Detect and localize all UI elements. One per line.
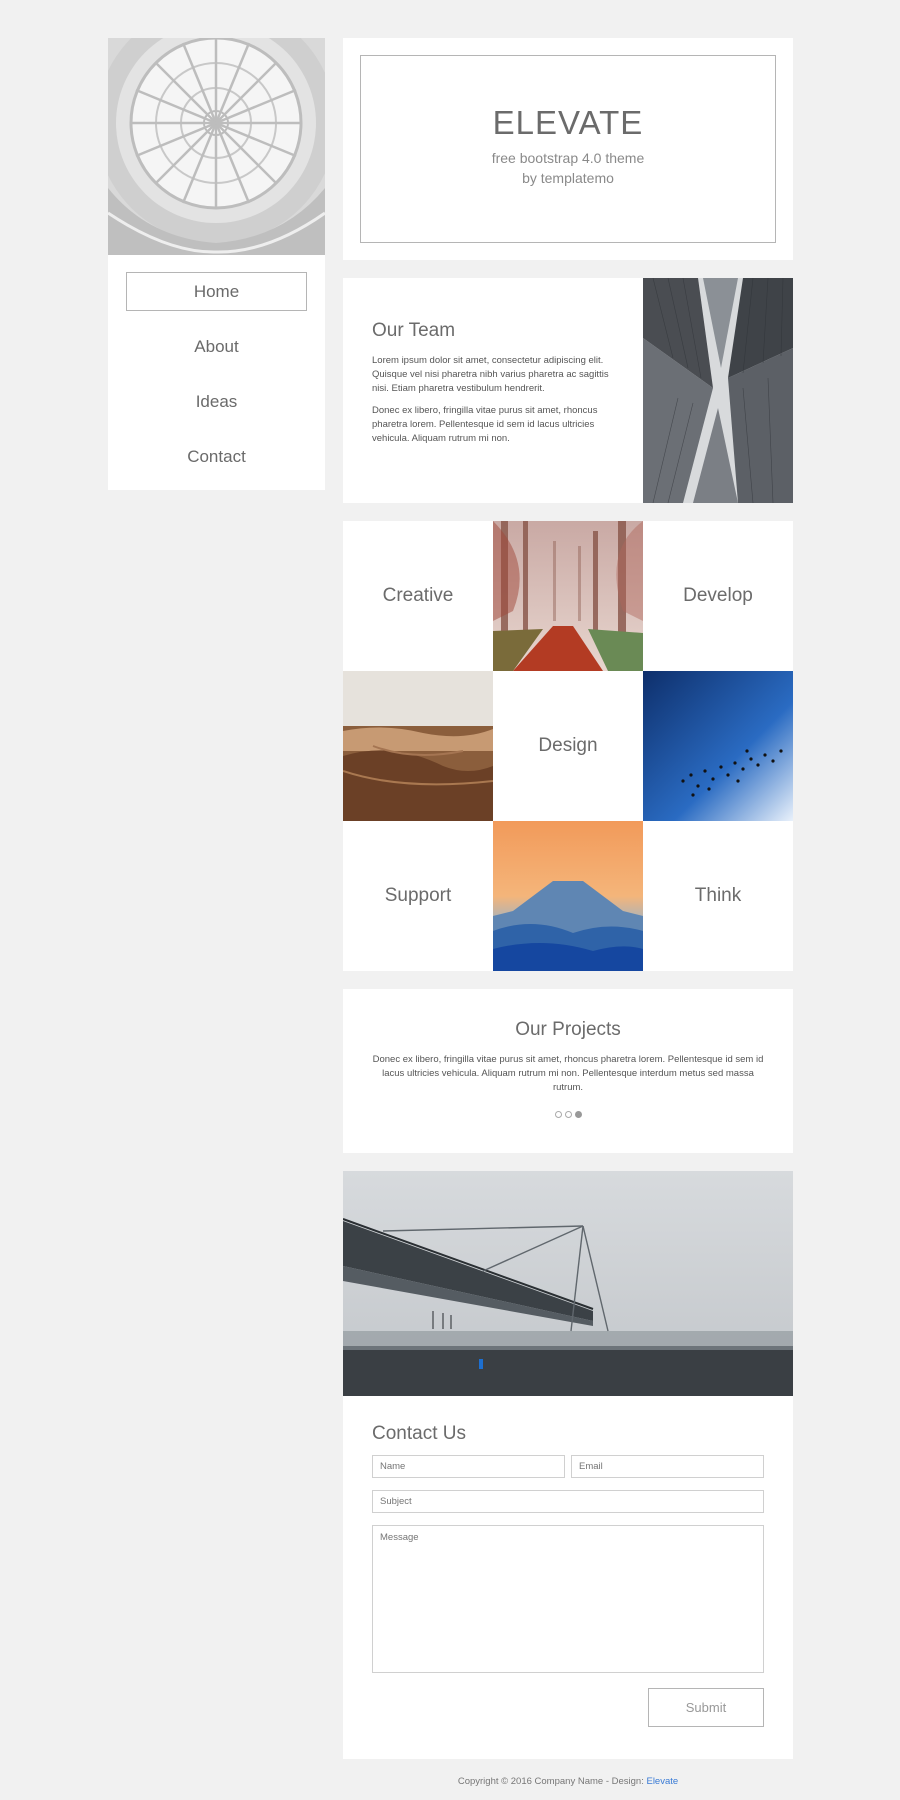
forest-image-tile [493, 521, 643, 671]
email-field[interactable] [571, 1455, 764, 1478]
tile-support: Support [384, 885, 452, 906]
bridge-image [343, 1171, 793, 1396]
team-section: Our Team Lorem ipsum dolor sit amet, con… [343, 278, 793, 503]
tile-develop: Develop [683, 585, 753, 606]
team-paragraph-1: Lorem ipsum dolor sit amet, consectetur … [372, 355, 609, 394]
main-content: ELEVATE free bootstrap 4.0 theme by temp… [343, 38, 793, 1759]
tile-think: Think [694, 885, 742, 906]
site-title: ELEVATE [492, 104, 644, 141]
projects-title: Our Projects [515, 1019, 621, 1040]
message-field[interactable] [372, 1525, 764, 1673]
site-subtitle: free bootstrap 4.0 theme [491, 150, 645, 166]
subject-field[interactable] [372, 1490, 764, 1513]
dome-image [108, 38, 325, 255]
footer-copyright: Copyright © 2016 Company Name - Design: [457, 1776, 647, 1787]
contact-title: Contact Us [372, 1423, 466, 1444]
team-text: Our Team Lorem ipsum dolor sit amet, con… [372, 320, 614, 454]
projects-text: Donec ex libero, fringilla vitae purus s… [372, 1054, 764, 1093]
desert-image [343, 671, 493, 821]
desert-image-tile [343, 671, 493, 821]
carousel-dot-3[interactable] [574, 1111, 582, 1118]
carousel-dots [372, 1111, 764, 1118]
team-paragraph-2: Donec ex libero, fringilla vitae purus s… [372, 405, 598, 444]
name-field[interactable] [372, 1455, 565, 1478]
services-grid: Creative Develop Design Support Think [343, 521, 793, 971]
birds-image-tile [643, 671, 793, 821]
carousel-dot-1[interactable] [554, 1111, 562, 1118]
projects-section: Our Projects Donec ex libero, fringilla … [343, 989, 793, 1153]
carousel-dot-2[interactable] [564, 1111, 572, 1118]
submit-button[interactable]: Submit [648, 1688, 764, 1727]
forest-image [493, 521, 643, 671]
nav-item-ideas[interactable]: Ideas [126, 382, 307, 421]
name-email-row [372, 1455, 764, 1478]
mountain-image [493, 821, 643, 971]
footer: Copyright © 2016 Company Name - Design: … [343, 1776, 793, 1787]
nav-item-about[interactable]: About [126, 327, 307, 366]
footer-design-link[interactable]: Elevate [646, 1776, 678, 1787]
header-card: ELEVATE free bootstrap 4.0 theme by temp… [343, 38, 793, 260]
tile-design: Design [538, 735, 598, 756]
contact-section: Contact Us Submit [343, 1396, 793, 1759]
skyscrapers-image [643, 278, 793, 503]
mountain-image-tile [493, 821, 643, 971]
main-nav: Home About Ideas Contact [108, 255, 325, 490]
site-byline: by templatemo [522, 170, 614, 186]
sidebar: Home About Ideas Contact [108, 38, 325, 490]
team-title: Our Team [372, 320, 456, 341]
tile-creative: Creative [382, 585, 454, 606]
birds-image [643, 671, 793, 821]
nav-item-home[interactable]: Home [126, 272, 307, 311]
header-box: ELEVATE free bootstrap 4.0 theme by temp… [360, 55, 776, 243]
nav-item-contact[interactable]: Contact [126, 437, 307, 476]
